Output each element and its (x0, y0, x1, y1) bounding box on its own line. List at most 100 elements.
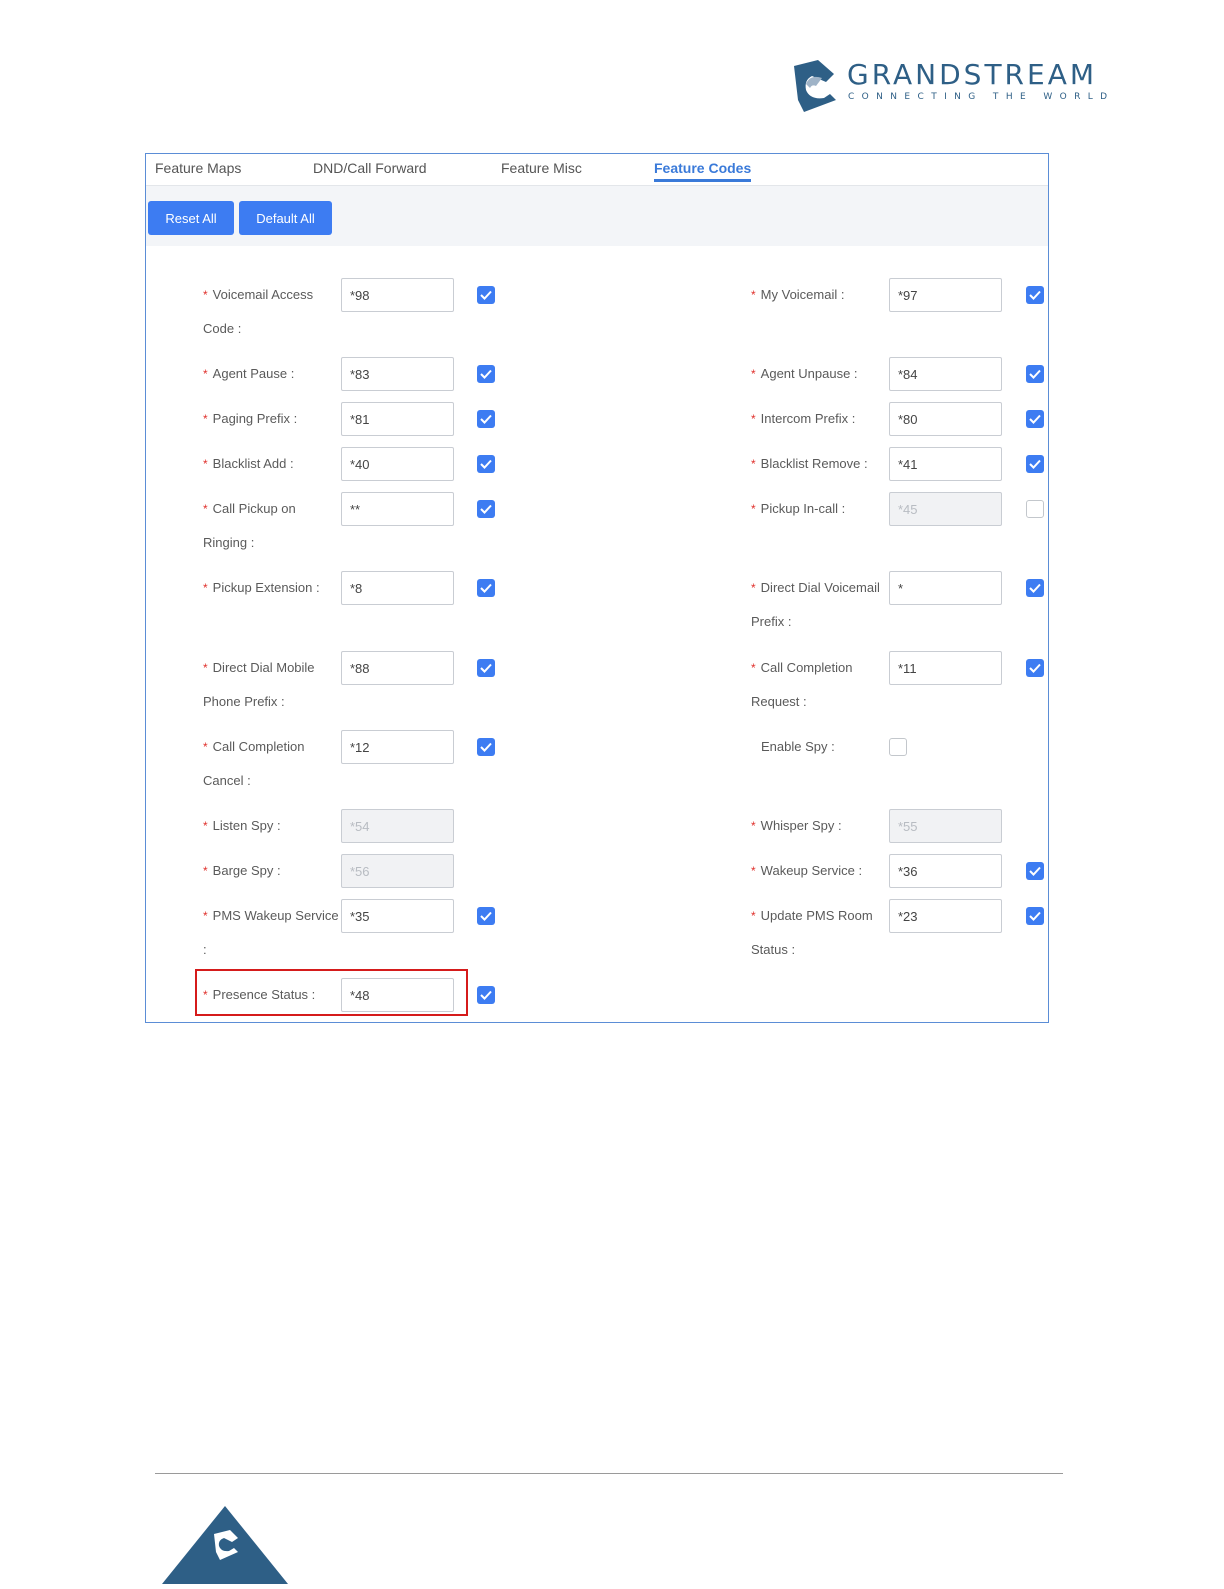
required-icon: * (203, 412, 208, 426)
checkmark-icon (480, 414, 492, 424)
pickup-extension-enable-checkbox[interactable] (477, 579, 495, 597)
agent-unpause-input[interactable] (889, 357, 1002, 391)
required-icon: * (203, 909, 208, 923)
call-pickup-on-ringing-label: * Call Pickup on Ringing : (203, 492, 343, 560)
pms-wakeup-service-enable-checkbox[interactable] (477, 907, 495, 925)
required-icon: * (751, 457, 756, 471)
intercom-prefix-label: * Intercom Prefix : (751, 402, 891, 436)
pickup-extension-label-text: Pickup Extension : (212, 580, 320, 595)
checkmark-icon (480, 663, 492, 673)
agent-unpause-enable-checkbox[interactable] (1026, 365, 1044, 383)
checkmark-icon (480, 290, 492, 300)
tab-feature-misc[interactable]: Feature Misc (501, 160, 582, 176)
direct-dial-mobile-phone-prefix-enable-checkbox[interactable] (477, 659, 495, 677)
call-completion-cancel-enable-checkbox[interactable] (477, 738, 495, 756)
call-completion-request-enable-checkbox[interactable] (1026, 659, 1044, 677)
required-icon: * (203, 661, 208, 675)
direct-dial-mobile-phone-prefix-label: * Direct Dial Mobile Phone Prefix : (203, 651, 343, 719)
pickup-in-call-label: * Pickup In-call : (751, 492, 891, 526)
barge-spy-label: * Barge Spy : (203, 854, 343, 888)
pickup-in-call-enable-checkbox[interactable] (1026, 500, 1044, 518)
required-icon: * (203, 288, 208, 302)
paging-prefix-input[interactable] (341, 402, 454, 436)
footer-logo-icon (162, 1506, 288, 1584)
update-pms-room-status-label: * Update PMS Room Status : (751, 899, 891, 967)
footer-logo (162, 1506, 288, 1584)
listen-spy-label-text: Listen Spy : (212, 818, 281, 833)
enable-spy-label: Enable Spy : (751, 730, 901, 764)
tab-dnd-call-forward[interactable]: DND/Call Forward (313, 160, 427, 176)
barge-spy-input (341, 854, 454, 888)
call-completion-request-input[interactable] (889, 651, 1002, 685)
required-icon: * (751, 909, 756, 923)
required-icon: * (751, 412, 756, 426)
voicemail-access-code-input[interactable] (341, 278, 454, 312)
blacklist-remove-enable-checkbox[interactable] (1026, 455, 1044, 473)
my-voicemail-enable-checkbox[interactable] (1026, 286, 1044, 304)
whisper-spy-label-text: Whisper Spy : (760, 818, 842, 833)
update-pms-room-status-enable-checkbox[interactable] (1026, 907, 1044, 925)
blacklist-add-enable-checkbox[interactable] (477, 455, 495, 473)
checkmark-icon (1029, 663, 1041, 673)
agent-pause-enable-checkbox[interactable] (477, 365, 495, 383)
call-pickup-on-ringing-enable-checkbox[interactable] (477, 500, 495, 518)
checkmark-icon (480, 369, 492, 379)
blacklist-add-label-text: Blacklist Add : (212, 456, 294, 471)
checkmark-icon (480, 583, 492, 593)
pms-wakeup-service-label-text: PMS Wakeup Service : (203, 908, 339, 957)
checkmark-icon (480, 911, 492, 921)
wakeup-service-enable-checkbox[interactable] (1026, 862, 1044, 880)
blacklist-remove-input[interactable] (889, 447, 1002, 481)
barge-spy-label-text: Barge Spy : (212, 863, 281, 878)
my-voicemail-label: * My Voicemail : (751, 278, 891, 312)
tab-feature-maps[interactable]: Feature Maps (155, 160, 241, 176)
checkmark-icon (1029, 911, 1041, 921)
tab-feature-codes[interactable]: Feature Codes (654, 160, 752, 182)
paging-prefix-enable-checkbox[interactable] (477, 410, 495, 428)
presence-status-input[interactable] (341, 978, 454, 1012)
direct-dial-voicemail-prefix-label-text: Direct Dial Voicemail Prefix : (751, 580, 880, 629)
checkmark-icon (480, 742, 492, 752)
presence-status-label: * Presence Status : (203, 978, 343, 1012)
my-voicemail-input[interactable] (889, 278, 1002, 312)
agent-pause-input[interactable] (341, 357, 454, 391)
checkmark-icon (480, 459, 492, 469)
call-pickup-on-ringing-label-text: Call Pickup on Ringing : (203, 501, 296, 550)
enable-spy-label-text: Enable Spy : (761, 739, 835, 754)
voicemail-access-code-enable-checkbox[interactable] (477, 286, 495, 304)
required-icon: * (751, 288, 756, 302)
wakeup-service-input[interactable] (889, 854, 1002, 888)
update-pms-room-status-input[interactable] (889, 899, 1002, 933)
call-completion-cancel-label: * Call Completion Cancel : (203, 730, 343, 798)
grandstream-logo-icon (794, 60, 836, 112)
listen-spy-input (341, 809, 454, 843)
call-completion-cancel-input[interactable] (341, 730, 454, 764)
voicemail-access-code-label: * Voicemail Access Code : (203, 278, 343, 346)
pms-wakeup-service-input[interactable] (341, 899, 454, 933)
pickup-extension-input[interactable] (341, 571, 454, 605)
required-icon: * (751, 661, 756, 675)
intercom-prefix-input[interactable] (889, 402, 1002, 436)
pickup-in-call-label-text: Pickup In-call : (760, 501, 846, 516)
blacklist-add-input[interactable] (341, 447, 454, 481)
tab-bar: Feature Maps DND/Call Forward Feature Mi… (146, 154, 1048, 186)
direct-dial-voicemail-prefix-input[interactable] (889, 571, 1002, 605)
presence-status-enable-checkbox[interactable] (477, 986, 495, 1004)
pms-wakeup-service-label: * PMS Wakeup Service : (203, 899, 343, 967)
call-completion-request-label-text: Call Completion Request : (751, 660, 853, 709)
footer-divider (155, 1473, 1063, 1474)
voicemail-access-code-label-text: Voicemail Access Code : (203, 287, 314, 336)
default-all-button[interactable]: Default All (239, 201, 332, 235)
reset-all-button[interactable]: Reset All (148, 201, 234, 235)
call-completion-cancel-label-text: Call Completion Cancel : (203, 739, 305, 788)
direct-dial-mobile-phone-prefix-input[interactable] (341, 651, 454, 685)
enable-spy-checkbox[interactable] (889, 738, 907, 756)
direct-dial-voicemail-prefix-enable-checkbox[interactable] (1026, 579, 1044, 597)
paging-prefix-label-text: Paging Prefix : (212, 411, 298, 426)
agent-pause-label: * Agent Pause : (203, 357, 343, 391)
intercom-prefix-enable-checkbox[interactable] (1026, 410, 1044, 428)
call-pickup-on-ringing-input[interactable] (341, 492, 454, 526)
required-icon: * (203, 740, 208, 754)
checkmark-icon (480, 990, 492, 1000)
brand-name: GRANDSTREAM (847, 58, 1098, 91)
